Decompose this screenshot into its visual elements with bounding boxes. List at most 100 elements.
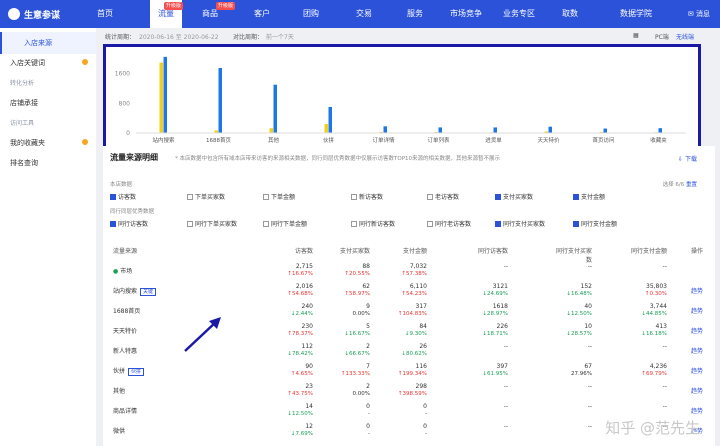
- table-cell: --: [587, 263, 592, 270]
- brand[interactable]: 生意参谋: [0, 8, 88, 21]
- nav-item[interactable]: 数据学院: [620, 0, 652, 28]
- table-cell: --: [662, 263, 667, 270]
- row-source-label: 市场: [120, 268, 133, 275]
- source-tag[interactable]: 伙拼: [128, 368, 145, 376]
- source-tag[interactable]: 关键: [140, 288, 157, 296]
- column-header[interactable]: 支付金额: [387, 246, 427, 255]
- checkbox-label: 同行支付金额: [581, 221, 618, 228]
- metric-checkbox[interactable]: 老访客数: [427, 192, 459, 201]
- download-button[interactable]: ⇩ 下载: [678, 154, 697, 163]
- trend-link[interactable]: 趋势: [691, 406, 703, 415]
- download-label: 下载: [684, 156, 697, 163]
- x-tick-label: 订单列表: [427, 136, 450, 144]
- trend-link[interactable]: 趋势: [691, 286, 703, 295]
- chart-bar[interactable]: [159, 62, 164, 133]
- chart-bar[interactable]: [324, 124, 329, 133]
- sidebar-item-source[interactable]: 入店来源: [0, 32, 96, 54]
- chart-bar[interactable]: [548, 126, 553, 133]
- traffic-chart: 0 800 1600 站内搜索 1688首页 其他 伙拼 订单详情 订单列表 进货单 天天特价 首页访…: [103, 44, 701, 156]
- metric-checkbox[interactable]: 同行支付金额: [573, 219, 617, 228]
- change-percent: ↑69.79%: [641, 371, 667, 377]
- chart-bar[interactable]: [493, 127, 498, 133]
- sidebar-item-rank[interactable]: 排名查询: [10, 158, 38, 168]
- trend-link[interactable]: 趋势: [691, 326, 703, 335]
- nav-item[interactable]: 团购: [303, 0, 319, 28]
- nav-item[interactable]: 交易: [356, 0, 372, 28]
- nav-item[interactable]: 业务专区: [503, 0, 535, 28]
- chart-bar[interactable]: [438, 127, 443, 133]
- column-header[interactable]: 同行支付买家数: [552, 246, 592, 264]
- table-cell: --: [503, 343, 508, 350]
- nav-item[interactable]: 首页: [97, 0, 113, 28]
- metric-checkbox[interactable]: 访客数: [110, 192, 136, 201]
- row-source-name[interactable]: 微供: [113, 426, 125, 435]
- table-cell: --: [503, 423, 508, 430]
- reset-link[interactable]: 重置: [686, 182, 697, 188]
- compare-value[interactable]: 前一个7天: [266, 32, 294, 41]
- sidebar-item-favorites[interactable]: 我的收藏夹: [10, 138, 45, 148]
- trend-link[interactable]: 趋势: [691, 386, 703, 395]
- row-source-name[interactable]: 伙拼 伙拼: [113, 366, 145, 376]
- metric-checkbox[interactable]: 同行访客数: [110, 219, 148, 228]
- row-source-name[interactable]: ● 市场: [113, 266, 132, 275]
- trend-link[interactable]: 趋势: [691, 366, 703, 375]
- pc-tab[interactable]: PC端: [655, 32, 669, 41]
- change-percent: ↓16.48%: [566, 291, 592, 297]
- wireless-tab[interactable]: 无线端: [676, 32, 694, 41]
- column-header[interactable]: 同行支付金额: [627, 246, 667, 255]
- column-header[interactable]: 同行访客数: [468, 246, 508, 255]
- chart-bar[interactable]: [658, 128, 663, 133]
- nav-item[interactable]: 客户: [254, 0, 270, 28]
- nav-badge: 升级版: [164, 2, 184, 10]
- checkbox-icon: [495, 220, 501, 227]
- period-value[interactable]: 2020-06-16 至 2020-06-22: [139, 32, 219, 41]
- sidebar-item-keyword[interactable]: 入店关键词: [10, 58, 45, 68]
- nav-item[interactable]: 取数: [562, 0, 578, 28]
- metric-checkbox[interactable]: 下单买家数: [187, 192, 225, 201]
- nav-item[interactable]: 服务: [407, 0, 423, 28]
- metric-checkbox[interactable]: 新访客数: [351, 192, 383, 201]
- nav-item[interactable]: 市场竞争: [450, 0, 482, 28]
- chart-bar[interactable]: [603, 128, 608, 133]
- row-source-name[interactable]: 站内搜索 关键: [113, 286, 157, 296]
- checkbox-icon: [351, 193, 357, 200]
- trend-link[interactable]: 趋势: [691, 306, 703, 315]
- chart-bar[interactable]: [163, 56, 168, 133]
- trend-link[interactable]: 趋势: [691, 346, 703, 355]
- sidebar-item-store[interactable]: 店铺承接: [10, 98, 38, 108]
- change-percent: ↓66.67%: [344, 351, 370, 357]
- metric-checkbox[interactable]: 同行下单金额: [263, 219, 307, 228]
- message-button[interactable]: ✉ 消息: [688, 9, 710, 19]
- section-note: * 本店数据中包含所有域本店带来访客的来源相关数据，同行同层优秀数据中仅展示访客…: [175, 156, 501, 162]
- chart-bar[interactable]: [328, 107, 333, 133]
- metric-checkbox[interactable]: 同行老访客数: [427, 219, 471, 228]
- row-source-name[interactable]: 1688首页: [113, 306, 140, 315]
- metric-checkbox[interactable]: 同行支付买家数: [495, 219, 545, 228]
- row-source-name[interactable]: 天天特价: [113, 326, 137, 335]
- metric-checkbox[interactable]: 同行新访客数: [351, 219, 395, 228]
- checkbox-icon: [495, 193, 501, 200]
- new-dot-icon: [82, 139, 88, 145]
- sidebar-group-label: 转化分析: [10, 80, 35, 87]
- change-percent: ↑398.59%: [397, 391, 427, 397]
- chart-bar[interactable]: [218, 68, 223, 133]
- chart-bar[interactable]: [383, 126, 388, 133]
- row-source-name[interactable]: 其他: [113, 386, 125, 395]
- metric-checkbox[interactable]: 同行下单买家数: [187, 219, 237, 228]
- calendar-icon[interactable]: ▦: [633, 32, 639, 39]
- metric-checkbox[interactable]: 支付买家数: [495, 192, 533, 201]
- row-source-name[interactable]: 商品详情: [113, 406, 137, 415]
- sidebar-item-label: 入店关键词: [10, 59, 45, 67]
- chart-bar[interactable]: [273, 84, 278, 133]
- metric-checkbox[interactable]: 支付金额: [573, 192, 605, 201]
- table-cell: 7,032: [409, 263, 427, 270]
- row-source-label: 天天特价: [113, 328, 138, 335]
- x-tick-label: 进货单: [485, 136, 502, 144]
- column-header[interactable]: 访客数: [273, 246, 313, 255]
- metric-checkbox[interactable]: 下单金额: [263, 192, 295, 201]
- row-source-name[interactable]: 新人特惠: [113, 346, 137, 355]
- row-source-label: 微供: [113, 428, 126, 435]
- column-header[interactable]: 支付买家数: [330, 246, 370, 255]
- select-count-text: 选择 6/6: [662, 182, 685, 188]
- chart-bar[interactable]: [269, 128, 274, 133]
